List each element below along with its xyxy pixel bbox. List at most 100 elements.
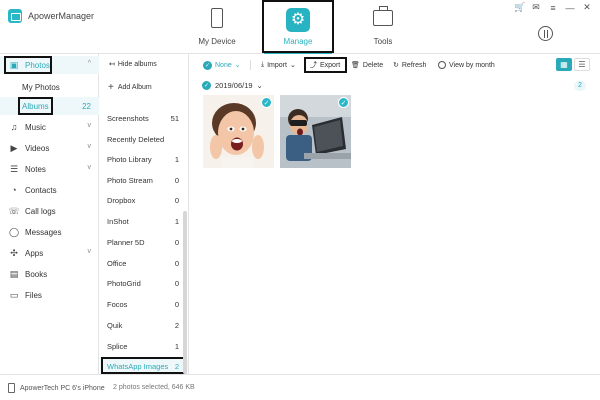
sidebar-item-messages[interactable]: ◯ Messages bbox=[0, 223, 99, 241]
add-album-button[interactable]: + Add Album bbox=[108, 82, 152, 93]
album-name: Recently Deleted bbox=[107, 134, 165, 144]
album-count: 1 bbox=[174, 154, 179, 164]
albums-panel: ↤ Hide albums + Add Album Screenshots 51… bbox=[100, 54, 189, 375]
chevron-down-icon: v bbox=[87, 164, 92, 171]
window-controls: 🛒 ✉ ≡ — ✕ bbox=[514, 2, 592, 13]
chevron-down-icon: v bbox=[87, 248, 92, 255]
albums-scrollbar[interactable] bbox=[183, 211, 187, 374]
sidebar-item-call-logs[interactable]: ☏ Call logs bbox=[0, 202, 99, 220]
tab-manage[interactable]: Manage bbox=[264, 0, 332, 54]
album-name: Screenshots bbox=[107, 113, 149, 123]
album-item-focos[interactable]: Focos 0 bbox=[100, 294, 188, 314]
sidebar-item-files[interactable]: ▭ Files bbox=[0, 286, 99, 304]
selected-check-icon[interactable]: ✓ bbox=[338, 97, 349, 108]
sidebar-item-my-photos[interactable]: My Photos bbox=[0, 78, 99, 96]
image-icon: ▣ bbox=[9, 59, 19, 70]
mail-icon[interactable]: ✉ bbox=[531, 2, 541, 13]
album-item-inshot[interactable]: InShot 1 bbox=[100, 211, 188, 231]
grid-view-icon[interactable]: ▦ bbox=[556, 58, 572, 71]
photo-thumbnail[interactable]: ✓ bbox=[280, 95, 351, 168]
album-item-recently-deleted[interactable]: Recently Deleted bbox=[100, 129, 188, 149]
album-count: 2 bbox=[174, 361, 179, 371]
phone-icon bbox=[8, 383, 15, 393]
plus-icon: + bbox=[108, 82, 114, 93]
tab-my-device[interactable]: My Device bbox=[181, 0, 253, 54]
sidebar-item-videos[interactable]: ▶ Videos v bbox=[0, 139, 99, 157]
notes-icon: ☰ bbox=[9, 163, 19, 174]
apps-icon: ✣ bbox=[10, 247, 18, 258]
list-view-icon[interactable]: ☰ bbox=[574, 58, 590, 71]
delete-button[interactable]: 🗑 Delete bbox=[351, 59, 383, 71]
toolbar-divider bbox=[250, 60, 251, 70]
album-item-photo-stream[interactable]: Photo Stream 0 bbox=[100, 170, 188, 190]
refresh-button[interactable]: ↻ Refresh bbox=[393, 59, 426, 71]
album-name: Focos bbox=[107, 299, 128, 309]
album-name: Photo Stream bbox=[107, 175, 153, 185]
selection-summary: 2 photos selected, 646 KB bbox=[113, 384, 195, 391]
album-name: Splice bbox=[107, 341, 128, 351]
video-icon: ▶ bbox=[10, 142, 18, 153]
albums-count: 22 bbox=[82, 101, 91, 111]
sidebar-item-books[interactable]: ▤ Books bbox=[0, 265, 99, 283]
album-name: Dropbox bbox=[107, 195, 136, 205]
check-circle-icon: ✓ bbox=[202, 81, 211, 90]
import-button[interactable]: ⤓ Import ⌄ bbox=[261, 59, 296, 71]
connected-device[interactable]: ApowerTech PC 6's iPhone bbox=[8, 383, 105, 393]
chevron-down-icon: ⌄ bbox=[289, 62, 296, 69]
album-count: 0 bbox=[174, 175, 179, 185]
tab-tools[interactable]: Tools bbox=[347, 0, 419, 54]
sidebar-item-notes[interactable]: ☰ Notes v bbox=[0, 160, 99, 178]
view-by-month-toggle[interactable]: View by month bbox=[438, 59, 495, 71]
album-item-quik[interactable]: Quik 2 bbox=[100, 315, 188, 335]
select-none-label: None bbox=[215, 61, 232, 69]
sidebar-item-apps[interactable]: ✣ Apps v bbox=[0, 244, 99, 262]
app-name: ApowerManager bbox=[28, 11, 95, 21]
sidebar-item-music[interactable]: ♫ Music v bbox=[0, 118, 99, 136]
sidebar-item-photos[interactable]: ▣ Photos ^ bbox=[0, 56, 99, 74]
date-photo-count: 2 bbox=[574, 81, 586, 91]
album-item-screenshots[interactable]: Screenshots 51 bbox=[100, 108, 188, 128]
album-count: 0 bbox=[174, 258, 179, 268]
music-icon: ♫ bbox=[10, 122, 18, 132]
collapse-icon: ↤ bbox=[109, 61, 115, 68]
cart-icon[interactable]: 🛒 bbox=[514, 2, 525, 13]
export-label: Export bbox=[320, 61, 341, 69]
main-content: ✓ None ⌄ ⤓ Import ⌄ ⤴ Export 🗑 Delete ↻ … bbox=[190, 54, 600, 374]
chevron-down-icon: v bbox=[87, 122, 92, 129]
album-name: Office bbox=[107, 258, 127, 268]
refresh-label: Refresh bbox=[401, 61, 427, 69]
photo-thumbnail[interactable]: ✓ bbox=[203, 95, 274, 168]
export-icon: ⤴ bbox=[310, 62, 317, 69]
album-item-whatsapp-images[interactable]: WhatsApp Images 2 bbox=[100, 357, 188, 375]
album-item-office[interactable]: Office 0 bbox=[100, 253, 188, 273]
menu-icon[interactable]: ≡ bbox=[548, 3, 558, 13]
export-button[interactable]: ⤴ Export bbox=[310, 59, 340, 71]
select-none-dropdown[interactable]: ✓ None ⌄ bbox=[203, 59, 241, 71]
manage-icon bbox=[286, 8, 310, 32]
selected-check-icon[interactable]: ✓ bbox=[261, 97, 272, 108]
sidebar-item-albums[interactable]: Albums 22 bbox=[0, 97, 99, 115]
album-item-photo-library[interactable]: Photo Library 1 bbox=[100, 149, 188, 169]
album-item-photogrid[interactable]: PhotoGrid 0 bbox=[100, 273, 188, 293]
book-icon: ▤ bbox=[9, 268, 19, 279]
album-name: Photo Library bbox=[107, 154, 152, 164]
device-name: ApowerTech PC 6's iPhone bbox=[20, 384, 105, 392]
album-name: Planner 5D bbox=[107, 237, 145, 247]
minimize-icon[interactable]: — bbox=[565, 3, 575, 13]
sidebar: ▣ Photos ^ My Photos Albums 22 ♫ Music v… bbox=[0, 54, 99, 374]
import-label: Import bbox=[267, 61, 287, 69]
sidebar-item-label: Books bbox=[25, 269, 48, 279]
close-icon[interactable]: ✕ bbox=[582, 2, 592, 13]
album-count: 0 bbox=[174, 299, 179, 309]
account-icon[interactable] bbox=[538, 26, 553, 41]
album-item-dropbox[interactable]: Dropbox 0 bbox=[100, 190, 188, 210]
date-group-header[interactable]: ✓ 2019/06/19 ⌄ bbox=[202, 81, 263, 90]
header: ApowerManager My Device Manage Tools 🛒 ✉… bbox=[0, 0, 600, 54]
album-count: 1 bbox=[174, 216, 179, 226]
hide-albums-button[interactable]: ↤ Hide albums bbox=[109, 60, 157, 69]
album-item-planner-5d[interactable]: Planner 5D 0 bbox=[100, 232, 188, 252]
album-count: 2 bbox=[174, 320, 179, 330]
album-item-splice[interactable]: Splice 1 bbox=[100, 336, 188, 356]
sidebar-item-contacts[interactable]: ◔ Contacts bbox=[0, 181, 99, 199]
import-icon: ⤓ bbox=[261, 61, 265, 68]
